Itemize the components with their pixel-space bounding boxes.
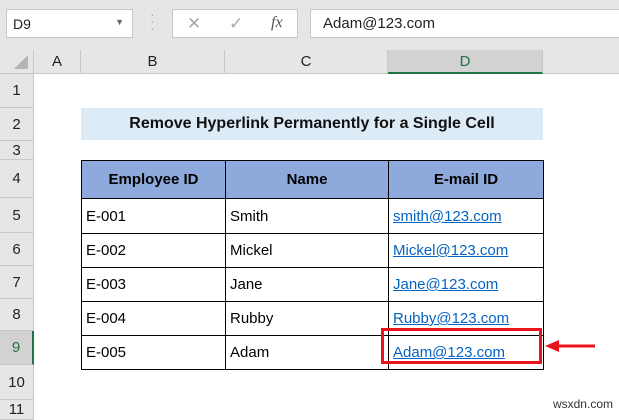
insert-function-icon[interactable]: fx — [271, 14, 283, 32]
employee-id-cell[interactable]: E-003 — [81, 267, 226, 302]
row-header-11[interactable]: 11 — [0, 400, 34, 420]
row-header-7[interactable]: 7 — [0, 266, 34, 299]
sheet-title: Remove Hyperlink Permanently for a Singl… — [81, 108, 543, 140]
row-header-9[interactable]: 9 — [0, 331, 34, 365]
row-header-10[interactable]: 10 — [0, 365, 34, 400]
select-all-button[interactable] — [0, 50, 34, 74]
employee-id-cell[interactable]: E-004 — [81, 301, 226, 336]
table-header-row: Employee ID Name E-mail ID — [81, 160, 544, 199]
employee-id-cell[interactable]: E-005 — [81, 335, 226, 370]
header-employee-id[interactable]: Employee ID — [81, 160, 226, 199]
row-header-1[interactable]: 1 — [0, 74, 34, 108]
row-header-6[interactable]: 6 — [0, 233, 34, 266]
email-link[interactable]: Jane@123.com — [393, 276, 498, 293]
table-row: E-003 Jane Jane@123.com — [81, 267, 544, 302]
column-header-e[interactable] — [543, 50, 619, 74]
name-cell[interactable]: Smith — [225, 198, 389, 234]
table-row: E-002 Mickel Mickel@123.com — [81, 233, 544, 268]
name-cell[interactable]: Adam — [225, 335, 389, 370]
row-header-4[interactable]: 4 — [0, 160, 34, 198]
column-header-d[interactable]: D — [388, 50, 543, 74]
email-link[interactable]: smith@123.com — [393, 208, 502, 225]
cancel-icon[interactable]: ✕ — [187, 14, 201, 34]
name-box[interactable]: D9 ▼ — [6, 9, 133, 38]
drag-handle-icon[interactable]: · · · — [150, 7, 155, 35]
name-cell[interactable]: Rubby — [225, 301, 389, 336]
row-header-2[interactable]: 2 — [0, 108, 34, 141]
enter-icon[interactable]: ✓ — [229, 14, 243, 34]
email-cell[interactable]: Mickel@123.com — [388, 233, 544, 268]
name-box-value: D9 — [13, 16, 31, 32]
table-row: E-001 Smith smith@123.com — [81, 198, 544, 234]
name-cell[interactable]: Jane — [225, 267, 389, 302]
highlight-box — [381, 328, 542, 364]
watermark: wsxdn.com — [552, 397, 613, 411]
chevron-down-icon[interactable]: ▼ — [115, 17, 124, 27]
email-cell[interactable]: smith@123.com — [388, 198, 544, 234]
email-cell[interactable]: Jane@123.com — [388, 267, 544, 302]
row-header-8[interactable]: 8 — [0, 299, 34, 331]
header-email[interactable]: E-mail ID — [388, 160, 544, 199]
arrow-left-icon — [545, 340, 595, 352]
column-header-a[interactable]: A — [34, 50, 81, 74]
column-header-c[interactable]: C — [225, 50, 388, 74]
employee-id-cell[interactable]: E-002 — [81, 233, 226, 268]
formula-input[interactable]: Adam@123.com — [310, 9, 619, 38]
email-link[interactable]: Mickel@123.com — [393, 242, 508, 259]
name-cell[interactable]: Mickel — [225, 233, 389, 268]
email-link[interactable]: Rubby@123.com — [393, 310, 509, 327]
row-header-3[interactable]: 3 — [0, 141, 34, 160]
row-header-5[interactable]: 5 — [0, 198, 34, 233]
employee-id-cell[interactable]: E-001 — [81, 198, 226, 234]
formula-buttons: ✕ ✓ fx — [172, 9, 298, 38]
header-name[interactable]: Name — [225, 160, 389, 199]
column-header-b[interactable]: B — [81, 50, 225, 74]
